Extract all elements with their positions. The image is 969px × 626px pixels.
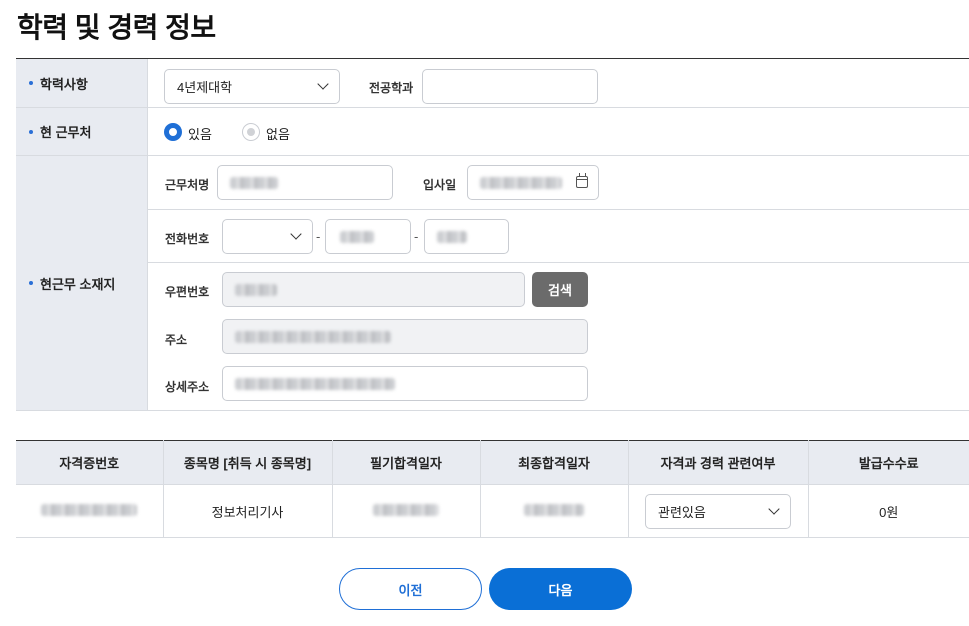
company-label: 근무처명: [165, 178, 210, 192]
postal-code-redacted: [235, 283, 277, 296]
current-job-label-text: 현 근무처: [40, 125, 92, 140]
issue-fee-cell: 0원: [808, 484, 969, 538]
postal-search-button[interactable]: 검색: [532, 272, 588, 307]
chevron-down-icon: [317, 78, 329, 90]
col-career-relation: 자격과 경력 관련여부: [628, 440, 809, 485]
col-cert-name: 종목명 [취득 시 종목명]: [163, 440, 333, 485]
col-cert-number: 자격증번호: [16, 440, 164, 485]
col-written-pass-date: 필기합격일자: [332, 440, 481, 485]
education-content: 4년제대학 전공학과: [148, 59, 969, 107]
postal-label: 우편번호: [165, 285, 210, 299]
col-final-pass-date: 최종합격일자: [480, 440, 629, 485]
phone-subrow: 전화번호 - -: [148, 210, 969, 263]
radio-yes[interactable]: [164, 123, 182, 141]
career-relation-value: 관련있음: [658, 504, 706, 520]
written-pass-date-cell: [332, 484, 481, 538]
major-input[interactable]: [422, 69, 598, 104]
col-issue-fee: 발급수수료: [808, 440, 969, 485]
prev-button[interactable]: 이전: [339, 568, 482, 610]
education-label: 학력사항: [16, 59, 148, 107]
table-row: 정보처리기사 관련있음 0원: [16, 484, 969, 538]
location-row: 현근무 소재지 근무처명 입사일 전화번호 - - 우편번호 검색 주소 상세주…: [16, 156, 969, 411]
current-job-content: 있음 없음: [148, 108, 969, 155]
major-label: 전공학과: [369, 81, 414, 95]
next-button[interactable]: 다음: [489, 568, 632, 610]
final-pass-date-redacted: [524, 503, 584, 516]
detail-address-redacted: [235, 377, 395, 390]
bullet-icon: [29, 281, 33, 285]
calendar-icon[interactable]: [576, 173, 588, 188]
phone-middle-input[interactable]: [325, 219, 411, 254]
phone-last-input[interactable]: [424, 219, 509, 254]
phone-dash-1: -: [316, 229, 321, 244]
phone-last-redacted: [437, 230, 467, 243]
phone-label: 전화번호: [165, 232, 210, 246]
phone-middle-redacted: [340, 230, 374, 243]
address-redacted: [235, 330, 391, 343]
join-date-value-redacted: [480, 176, 562, 189]
chevron-down-icon: [290, 228, 302, 240]
address-input: [222, 319, 588, 354]
detail-address-input[interactable]: [222, 366, 588, 401]
current-job-label: 현 근무처: [16, 108, 148, 155]
cert-number-redacted: [41, 503, 138, 516]
company-input[interactable]: [217, 165, 393, 200]
current-job-row: 현 근무처 있음 없음: [16, 108, 969, 156]
career-relation-select[interactable]: 관련있음: [645, 493, 791, 529]
company-subrow: 근무처명 입사일: [148, 156, 969, 210]
address-label: 주소: [165, 333, 188, 347]
radio-no-label[interactable]: 없음: [266, 124, 290, 143]
degree-select[interactable]: 4년제대학: [164, 69, 340, 104]
certificate-table: 자격증번호 종목명 [취득 시 종목명] 필기합격일자 최종합격일자 자격과 경…: [16, 440, 969, 538]
page-title: 학력 및 경력 정보: [17, 12, 216, 43]
radio-yes-label[interactable]: 있음: [188, 124, 212, 143]
radio-no[interactable]: [242, 123, 260, 141]
bullet-icon: [29, 129, 33, 134]
education-career-form: 학력사항 4년제대학 전공학과 현 근무처 있음 없음 현근무 소재지 근무처명…: [16, 58, 969, 411]
location-content: 근무처명 입사일 전화번호 - - 우편번호 검색 주소 상세주소: [148, 156, 969, 410]
education-label-text: 학력사항: [40, 76, 88, 92]
written-pass-date-redacted: [373, 503, 439, 516]
final-pass-date-cell: [480, 484, 629, 538]
table-header-row: 자격증번호 종목명 [취득 시 종목명] 필기합격일자 최종합격일자 자격과 경…: [16, 440, 969, 485]
degree-select-value: 4년제대학: [177, 80, 233, 95]
career-relation-cell: 관련있음: [628, 484, 809, 538]
postal-code-input: [222, 272, 525, 307]
education-row: 학력사항 4년제대학 전공학과: [16, 59, 969, 108]
join-date-label: 입사일: [423, 178, 457, 192]
join-date-input[interactable]: [467, 165, 599, 200]
chevron-down-icon: [768, 502, 780, 515]
cert-name-cell: 정보처리기사: [163, 484, 333, 538]
location-label: 현근무 소재지: [16, 156, 148, 410]
phone-area-select[interactable]: [222, 219, 313, 254]
phone-dash-2: -: [414, 229, 419, 244]
company-value-redacted: [230, 176, 278, 189]
detail-address-label: 상세주소: [165, 380, 210, 394]
cert-number-cell: [16, 484, 164, 538]
location-label-text: 현근무 소재지: [40, 276, 116, 292]
bullet-icon: [29, 81, 33, 85]
